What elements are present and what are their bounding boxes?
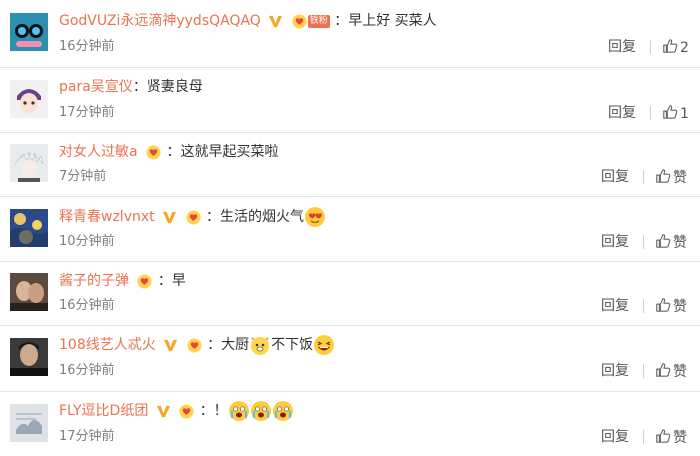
chef-dog-emoji-icon bbox=[251, 337, 270, 355]
divider bbox=[643, 235, 644, 249]
like-button[interactable]: 赞 bbox=[655, 428, 687, 447]
reply-button[interactable]: 回复 bbox=[608, 104, 636, 122]
vip-icon bbox=[162, 210, 177, 225]
comment-line: 释青春wzlvnxt ：生活的烟火气 bbox=[59, 206, 326, 228]
divider bbox=[643, 299, 644, 313]
reply-button[interactable]: 回复 bbox=[608, 38, 636, 56]
timestamp: 16分钟前 bbox=[59, 39, 115, 54]
like-count: 赞 bbox=[673, 299, 687, 315]
username-link[interactable]: 释青春wzlvnxt bbox=[59, 209, 155, 225]
fan-badge: 铁粉 bbox=[291, 14, 330, 29]
vip-icon bbox=[163, 338, 178, 353]
heart-icon bbox=[145, 145, 162, 160]
comment-text: ：生活的烟火气 bbox=[205, 209, 304, 225]
heart-eyes-emoji-icon bbox=[304, 207, 325, 227]
fan-badge-label: 铁粉 bbox=[307, 14, 330, 28]
like-count: 1 bbox=[680, 106, 689, 122]
comment-text: ：这就早起买菜啦 bbox=[166, 144, 279, 160]
crying-emoji-icon bbox=[228, 401, 249, 421]
divider bbox=[650, 40, 651, 54]
heart-icon bbox=[136, 274, 153, 289]
username-link[interactable]: 酱子的子弹 bbox=[59, 273, 129, 289]
avatar[interactable] bbox=[10, 13, 48, 51]
like-button[interactable]: 赞 bbox=[655, 168, 687, 187]
vip-icon bbox=[156, 404, 171, 419]
like-button[interactable]: 赞 bbox=[655, 297, 687, 316]
comment-item: GodVUZi永远滴神yydsQAQAQ 铁粉 ：早上好 买菜人 16分钟前 回… bbox=[0, 0, 700, 68]
comment-item: 释青春wzlvnxt ：生活的烟火气 10分钟前 回复 赞 bbox=[0, 197, 700, 262]
heart-icon bbox=[178, 404, 195, 419]
timestamp: 17分钟前 bbox=[59, 105, 115, 120]
divider bbox=[650, 106, 651, 120]
comment-text-2: 不下饭 bbox=[271, 337, 314, 353]
like-count: 2 bbox=[680, 40, 689, 56]
like-button[interactable]: 1 bbox=[662, 104, 689, 123]
username-link[interactable]: para吴宣仪 bbox=[59, 79, 133, 95]
divider bbox=[643, 170, 644, 184]
reply-button[interactable]: 回复 bbox=[601, 168, 629, 186]
reply-button[interactable]: 回复 bbox=[601, 297, 629, 315]
thumbs-up-icon bbox=[662, 104, 678, 120]
timestamp: 10分钟前 bbox=[59, 234, 115, 249]
avatar[interactable] bbox=[10, 273, 48, 311]
crying-emoji-icon bbox=[272, 401, 293, 421]
avatar[interactable] bbox=[10, 144, 48, 182]
comment-line: 对女人过敏a ：这就早起买菜啦 bbox=[59, 142, 279, 162]
timestamp: 17分钟前 bbox=[59, 429, 115, 444]
thumbs-up-icon bbox=[655, 362, 671, 378]
heart-icon bbox=[185, 210, 202, 225]
comment-text: ：早上好 买菜人 bbox=[334, 13, 437, 29]
heart-icon bbox=[291, 14, 308, 29]
like-count: 赞 bbox=[673, 430, 687, 446]
comment-line: para吴宣仪：贤妻良母 bbox=[59, 77, 203, 97]
comment-line: FLY逗比D纸团 ：！ bbox=[59, 400, 294, 422]
comment-text: ：早 bbox=[157, 273, 186, 289]
heart-icon bbox=[186, 338, 203, 353]
divider bbox=[643, 364, 644, 378]
thumbs-up-icon bbox=[655, 428, 671, 444]
avatar[interactable] bbox=[10, 209, 48, 247]
thumbs-up-icon bbox=[662, 38, 678, 54]
comment-line: 酱子的子弹 ：早 bbox=[59, 271, 186, 291]
reply-button[interactable]: 回复 bbox=[601, 362, 629, 380]
like-count: 赞 bbox=[673, 170, 687, 186]
comment-line: 108线艺人忒火 ：大厨 不下饭 bbox=[59, 334, 335, 356]
thumbs-up-icon bbox=[655, 233, 671, 249]
reply-button[interactable]: 回复 bbox=[601, 233, 629, 251]
comment-text: ：贤妻良母 bbox=[132, 79, 203, 95]
comment-line: GodVUZi永远滴神yydsQAQAQ 铁粉 ：早上好 买菜人 bbox=[59, 11, 437, 31]
avatar[interactable] bbox=[10, 404, 48, 442]
comment-text: ：！ bbox=[199, 403, 228, 419]
reply-button[interactable]: 回复 bbox=[601, 428, 629, 446]
comment-text: ：大厨 bbox=[207, 337, 250, 353]
vip-icon bbox=[268, 14, 283, 29]
username-link[interactable]: 对女人过敏a bbox=[59, 144, 138, 160]
avatar[interactable] bbox=[10, 80, 48, 118]
divider bbox=[643, 430, 644, 444]
username-link[interactable]: FLY逗比D纸团 bbox=[59, 403, 148, 419]
comment-item: 108线艺人忒火 ：大厨 不下饭 16分钟前 回复 赞 bbox=[0, 326, 700, 392]
username-link[interactable]: GodVUZi永远滴神yydsQAQAQ bbox=[59, 13, 261, 29]
timestamp: 16分钟前 bbox=[59, 298, 115, 313]
comment-item: para吴宣仪：贤妻良母 17分钟前 回复 1 bbox=[0, 68, 700, 133]
comment-item: FLY逗比D纸团 ：！ 17分钟前 回复 赞 bbox=[0, 392, 700, 456]
avatar[interactable] bbox=[10, 338, 48, 376]
timestamp: 7分钟前 bbox=[59, 169, 107, 184]
thumbs-up-icon bbox=[655, 297, 671, 313]
thumbs-up-icon bbox=[655, 168, 671, 184]
comment-item: 对女人过敏a ：这就早起买菜啦 7分钟前 回复 赞 bbox=[0, 133, 700, 197]
like-button[interactable]: 赞 bbox=[655, 362, 687, 381]
comment-item: 酱子的子弹 ：早 16分钟前 回复 赞 bbox=[0, 262, 700, 326]
like-count: 赞 bbox=[673, 364, 687, 380]
like-count: 赞 bbox=[673, 235, 687, 251]
timestamp: 16分钟前 bbox=[59, 363, 115, 378]
crying-emoji-icon bbox=[250, 401, 271, 421]
comment-list: GodVUZi永远滴神yydsQAQAQ 铁粉 ：早上好 买菜人 16分钟前 回… bbox=[0, 0, 700, 456]
like-button[interactable]: 赞 bbox=[655, 233, 687, 252]
laughing-emoji-icon bbox=[314, 335, 335, 355]
like-button[interactable]: 2 bbox=[662, 38, 689, 57]
username-link[interactable]: 108线艺人忒火 bbox=[59, 337, 156, 353]
